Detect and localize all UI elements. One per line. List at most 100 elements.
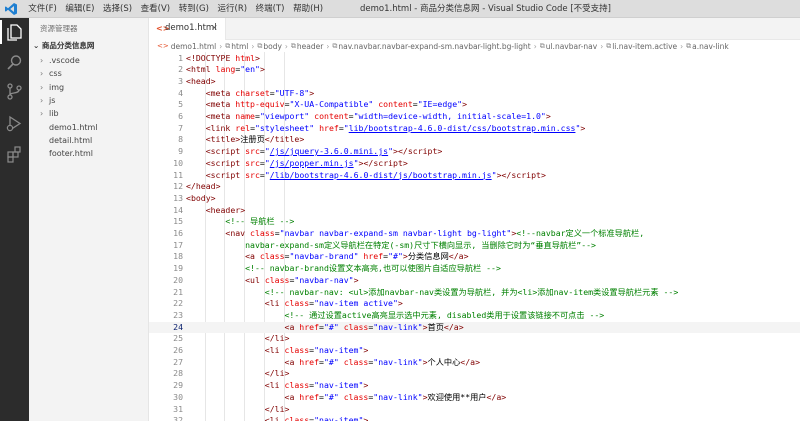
menu-item-6[interactable]: 终端(T) [251,0,288,18]
code-token: src [240,169,260,180]
code-text: <!-- navbar-nav: <ul>添加navbar-nav类设置为导航栏… [265,287,678,299]
breadcrumb-item[interactable]: demo1.html [171,42,217,51]
code-token: "width=device-width, initial-scale=1.0" [353,111,546,121]
code-line[interactable]: 1 <!DOCTYPE html> [149,53,800,65]
code-line[interactable]: 12 </head> [149,181,800,193]
breadcrumb-item[interactable]: body [263,42,282,51]
code-line[interactable]: 11 <script src="/lib/bootstrap-4.6.0-dist… [149,170,800,182]
source-control-icon[interactable] [5,82,24,101]
code-line[interactable]: 10 <script src="/js/popper.min.js"></scri… [149,158,800,170]
folder-item[interactable]: › img [29,81,149,94]
folder-item[interactable]: › lib [29,107,149,120]
code-token: link [210,122,231,133]
code-token: > [540,169,546,180]
line-number: 9 [178,146,183,157]
menu-item-4[interactable]: 转到(G) [174,0,213,18]
code-line[interactable]: 27 <a href="#" class="nav-link">个人中心</a> [149,357,800,369]
menu-item-3[interactable]: 查看(V) [136,0,174,18]
breadcrumb-item[interactable]: li.nav-item.active [612,42,677,51]
code-line[interactable]: 16 <nav class="navbar navbar-expand-sm na… [149,228,800,240]
code-token: header [210,204,241,215]
code-line[interactable]: 6 <meta name="viewport" content="width=de… [149,111,800,123]
code-line[interactable]: 28 </li> [149,368,800,380]
breadcrumb-item[interactable]: html [231,42,248,51]
code-line[interactable]: 19 <!-- navbar-brand设置文本高亮,也可以使图片自适应导航栏 -… [149,263,800,275]
code-line[interactable]: 25 </li> [149,333,800,345]
code-text: navbar-expand-sm定义导航栏在特定(-sm)尺寸下横向显示, 当删… [245,240,596,252]
code-line[interactable]: 30 <a href="#" class="nav-link">欢迎使用**用户<… [149,392,800,404]
code-token: "#" [388,251,403,262]
breadcrumb-item[interactable]: ul.navbar-nav [546,42,597,51]
code-line[interactable]: 5 <meta http-equiv="X-UA-Compatible" cont… [149,99,800,111]
code-token: > [255,52,260,63]
code-editor[interactable]: 1 <!DOCTYPE html> 2 <html lang="en"> 3 <head>… [149,52,800,421]
search-icon[interactable] [5,53,24,72]
code-text: </li> [265,333,290,345]
code-token: ></ [393,146,408,157]
code-line[interactable]: 9 <script src="/js/jquery-3.6.0.mini.js">… [149,146,800,158]
code-line[interactable]: 13 <body> [149,193,800,205]
code-token: 首页 [427,321,444,332]
menu-item-5[interactable]: 运行(R) [213,0,251,18]
code-token: html [190,64,211,75]
code-line[interactable]: 22 <li class="nav-item active"> [149,298,800,310]
breadcrumb-item[interactable]: nav.navbar.navbar-expand-sm.navbar-light… [338,42,530,51]
code-line[interactable]: 18 <a class="navbar-brand" href="#">分类信息网… [149,251,800,263]
tab-demo1-html[interactable]: <> demo1.html × [149,18,226,40]
code-token: class [279,415,310,421]
code-line[interactable]: 32 <li class="nav-item"> [149,415,800,421]
code-line[interactable]: 7 <link rel="stylesheet" href="lib/bootst… [149,123,800,135]
folder-item[interactable]: › .vscode [29,54,149,67]
extensions-icon[interactable] [5,145,24,164]
code-token: "#" [323,321,339,332]
code-text: <!-- 通过设置active高亮显示选中元素, disabled类用于设置该链… [285,310,605,322]
breadcrumb-item[interactable]: header [297,42,323,51]
close-icon[interactable]: × [211,23,218,32]
code-line[interactable]: 23 <!-- 通过设置active高亮显示选中元素, disabled类用于设置… [149,310,800,322]
code-line[interactable]: 20 <ul class="navbar-nav"> [149,275,800,287]
code-line[interactable]: 24 <a href="#" class="nav-link">首页</a> [149,321,800,334]
code-line[interactable]: 4 <meta charset="UTF-8"> [149,88,800,100]
menu-item-7[interactable]: 帮助(H) [289,0,328,18]
code-token: body [190,192,211,203]
code-token: > [397,298,403,309]
folder-item[interactable]: › js [29,94,149,107]
code-line[interactable]: 8 <title>注册页</title> [149,134,800,146]
code-line[interactable]: 21 <!-- navbar-nav: <ul>添加navbar-nav类设置为导… [149,287,800,299]
file-item[interactable]: demo1.html [29,121,149,134]
code-line[interactable]: 31 </li> [149,404,800,416]
menu-item-2[interactable]: 选择(S) [99,0,137,18]
workspace-folder[interactable]: ⌄ 商品分类信息网 [29,39,149,53]
code-token: <!-- 导航栏 --> [225,216,295,227]
code-token: li [274,333,285,344]
code-token: class [279,345,310,355]
file-item[interactable]: footer.html [29,147,149,160]
code-token: </ [460,356,471,367]
menu-item-0[interactable]: 文件(F) [24,0,61,18]
line-number: 3 [178,75,183,86]
code-token: meta [210,99,231,110]
menu-item-1[interactable]: 编辑(E) [61,0,99,18]
code-line[interactable]: 29 <li class="nav-item"> [149,380,800,392]
file-item[interactable]: detail.html [29,134,149,147]
code-text: <meta name="viewport" content="width=dev… [206,111,551,123]
code-line[interactable]: 26 <li class="nav-item"> [149,345,800,357]
files-icon[interactable] [5,23,24,42]
code-line[interactable]: 15 <!-- 导航栏 --> [149,216,800,228]
code-token: "en" [240,64,260,75]
code-line[interactable]: 3 <head> [149,76,800,88]
line-number: 13 [173,192,183,203]
folder-item[interactable]: › css [29,67,149,80]
run-debug-icon[interactable] [5,114,24,133]
tree-item-label: img [49,82,65,92]
chevron-right-icon: › [219,41,223,51]
code-token: > [210,192,216,203]
code-line[interactable]: 2 <html lang="en"> [149,64,800,76]
code-line[interactable]: 17 navbar-expand-sm定义导航栏在特定(-sm)尺寸下横向显示, … [149,240,800,252]
code-token: 个人中心 [427,356,461,367]
breadcrumb-item[interactable]: a.nav-link [692,42,729,51]
code-line[interactable]: 14 <header> [149,205,800,217]
code-token: </ [264,333,275,344]
line-number: 4 [178,87,183,98]
code-token: </ [264,403,275,414]
